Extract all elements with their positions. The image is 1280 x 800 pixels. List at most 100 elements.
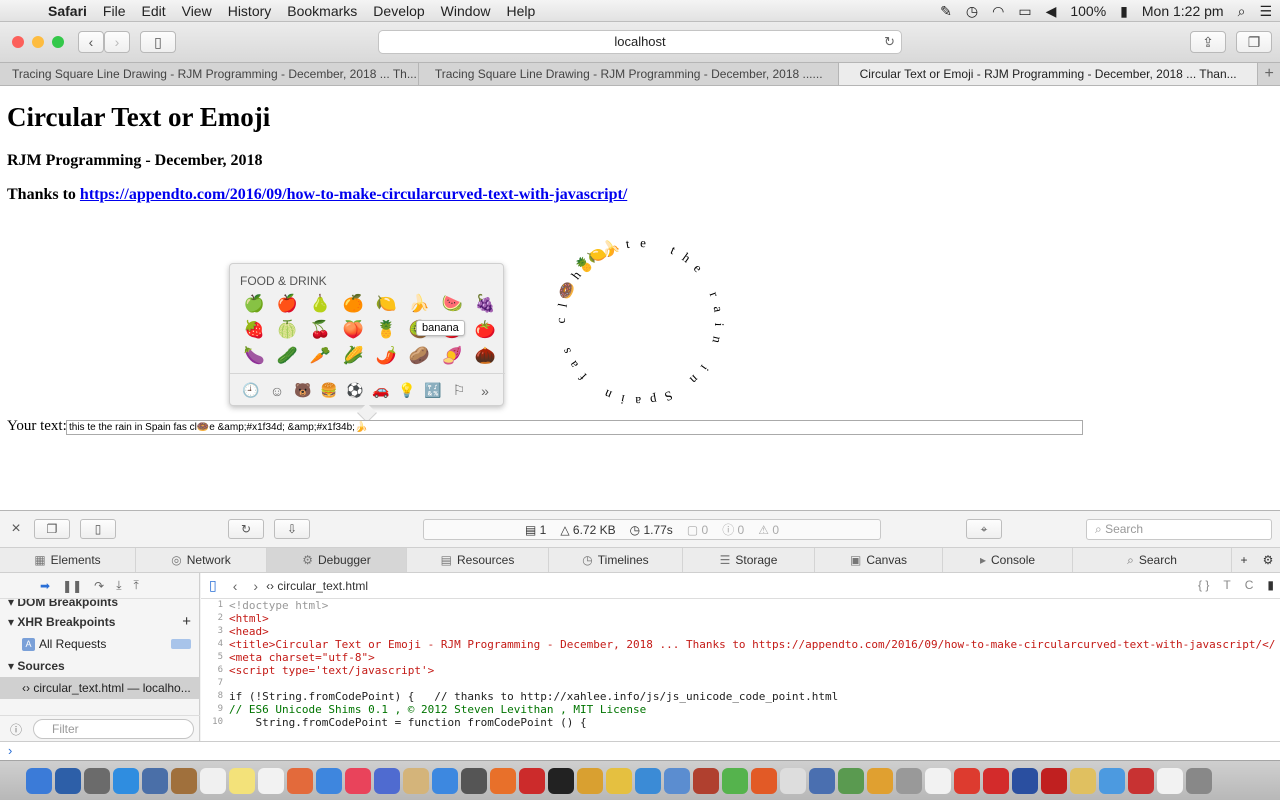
tab-console[interactable]: ▸ Console [943,548,1073,572]
line-number[interactable]: 3 [201,625,229,638]
dock-app-icon[interactable] [896,767,922,794]
emoji-cell[interactable]: 🥔 [403,343,436,369]
code-line[interactable]: 10 String.fromCodePoint = function fromC… [201,716,1280,729]
dock-app-icon[interactable] [867,767,893,794]
battery-percent[interactable]: 100% [1070,3,1106,19]
dock-app-icon[interactable] [954,767,980,794]
resource-count[interactable]: ▤ 1 [525,523,546,537]
code-line[interactable]: 6 <script type='text/javascript'> [201,664,1280,677]
emoji-cell[interactable]: 🍎 [271,291,304,317]
tab-network[interactable]: ◎ Network [136,548,267,572]
dock-app-icon[interactable] [635,767,661,794]
emoji-cell[interactable]: 🍍 [370,317,403,343]
tab-elements[interactable]: ▦ Elements [0,548,136,572]
dock-app-icon[interactable] [1157,767,1183,794]
tab-timelines[interactable]: ◷ Timelines [549,548,683,572]
dock-app-icon[interactable] [751,767,777,794]
minimize-window-button[interactable] [32,36,44,48]
settings-button[interactable]: ⚙ [1256,548,1280,572]
dock-app-icon[interactable] [84,767,110,794]
menu-window[interactable]: Window [433,3,499,19]
details-sidebar-icon[interactable]: ▮ [1267,578,1274,592]
spotlight-icon[interactable]: ⌕ [1238,3,1246,20]
dock-app-icon[interactable] [1012,767,1038,794]
breakpoints-toggle-icon[interactable]: ➡ [40,579,50,593]
emoji-cell[interactable]: 🍊 [337,291,370,317]
emoji-cell[interactable]: 🍅 [469,317,502,343]
zoom-window-button[interactable] [52,36,64,48]
sources-section[interactable]: ▾ Sources [0,655,199,677]
line-number[interactable]: 1 [201,599,229,612]
emoji-category-icon[interactable]: 🕘 [238,382,264,399]
warning-count[interactable]: ⓘ 0 [722,521,744,538]
emoji-cell[interactable]: 🍏 [238,291,271,317]
code-line[interactable]: 4 <title>Circular Text or Emoji - RJM Pro… [201,638,1280,651]
emoji-cell[interactable]: 🌶️ [370,343,403,369]
emoji-category-icon[interactable]: » [472,383,498,399]
source-filename[interactable]: circular_text.html [277,579,368,593]
address-bar[interactable]: localhost ↻ [378,30,902,54]
close-inspector-icon[interactable]: × [0,520,32,538]
emoji-cell[interactable]: 🍉 [436,291,469,317]
new-tab-button[interactable]: + [1258,63,1280,85]
battery-icon[interactable]: ▮ [1120,3,1128,20]
detach-button[interactable]: ❐ [34,519,70,539]
menu-edit[interactable]: Edit [133,3,173,19]
emoji-cell[interactable]: 🥒 [271,343,304,369]
wifi-icon[interactable]: ◠ [992,3,1004,20]
dock-app-icon[interactable] [548,767,574,794]
time-machine-icon[interactable]: ◷ [966,3,978,20]
menu-help[interactable]: Help [498,3,543,19]
dock-app-icon[interactable] [490,767,516,794]
tab-resources[interactable]: ▤ Resources [407,548,549,572]
menu-file[interactable]: File [95,3,134,19]
message-count[interactable]: ▢ 0 [687,523,708,537]
coverage-icon[interactable]: C [1245,578,1254,592]
filter-input[interactable]: Filter [33,719,194,739]
inspector-search[interactable]: ⌕ Search [1086,519,1272,540]
pause-icon[interactable]: ❚❚ [62,579,82,593]
emoji-cell[interactable]: 🌰 [469,343,502,369]
menu-history[interactable]: History [220,3,280,19]
tab-debugger[interactable]: ⚙ Debugger [267,548,407,572]
emoji-cell[interactable]: 🍋 [370,291,403,317]
code-line[interactable]: 3 <head> [201,625,1280,638]
load-time[interactable]: ◷ 1.77s [630,523,673,537]
emoji-cell[interactable]: 🍇 [469,291,502,317]
menu-app[interactable]: Safari [40,3,95,19]
close-window-button[interactable] [12,36,24,48]
dock-app-icon[interactable] [519,767,545,794]
step-over-icon[interactable]: ↷ [94,579,104,593]
emoji-cell[interactable]: 🌽 [337,343,370,369]
dom-breakpoints-section[interactable]: ▾ DOM Breakpoints [0,599,199,611]
emoji-category-icon[interactable]: 💡 [394,382,420,399]
forward-icon[interactable]: › [253,578,258,594]
dock-app-icon[interactable] [838,767,864,794]
emoji-cell[interactable]: 🍓 [238,317,271,343]
back-icon[interactable]: ‹ [233,578,238,594]
menu-bookmarks[interactable]: Bookmarks [279,3,365,19]
emoji-cell[interactable]: 🍑 [337,317,370,343]
dock-app-icon[interactable] [113,767,139,794]
dock-app-icon[interactable] [983,767,1009,794]
tab-canvas[interactable]: ▣ Canvas [815,548,943,572]
source-file-item[interactable]: ‹› circular_text.html — localho... [0,677,199,699]
dock-app-icon[interactable] [664,767,690,794]
sidebar-toggle-button[interactable]: ▯ [140,31,176,53]
dock-app-icon[interactable] [1099,767,1125,794]
error-count[interactable]: ⚠ 0 [758,523,779,537]
inspect-element-button[interactable]: ⌖ [966,519,1002,539]
add-tab-button[interactable]: + [1232,548,1256,572]
volume-icon[interactable]: ◀ [1046,3,1057,20]
code-line[interactable]: 5 <meta charset="utf-8"> [201,651,1280,664]
emoji-cell[interactable]: 🍆 [238,343,271,369]
forward-button[interactable]: › [104,31,130,53]
dock-app-icon[interactable] [780,767,806,794]
filter-options-icon[interactable]: ⓘ [10,721,22,738]
dock-app-icon[interactable] [577,767,603,794]
show-tabs-button[interactable]: ❐ [1236,31,1272,53]
emoji-category-icon[interactable]: 🐻 [290,382,316,399]
console-prompt[interactable]: › [0,741,1280,761]
dock-app-icon[interactable] [258,767,284,794]
code-line[interactable]: 2 <html> [201,612,1280,625]
